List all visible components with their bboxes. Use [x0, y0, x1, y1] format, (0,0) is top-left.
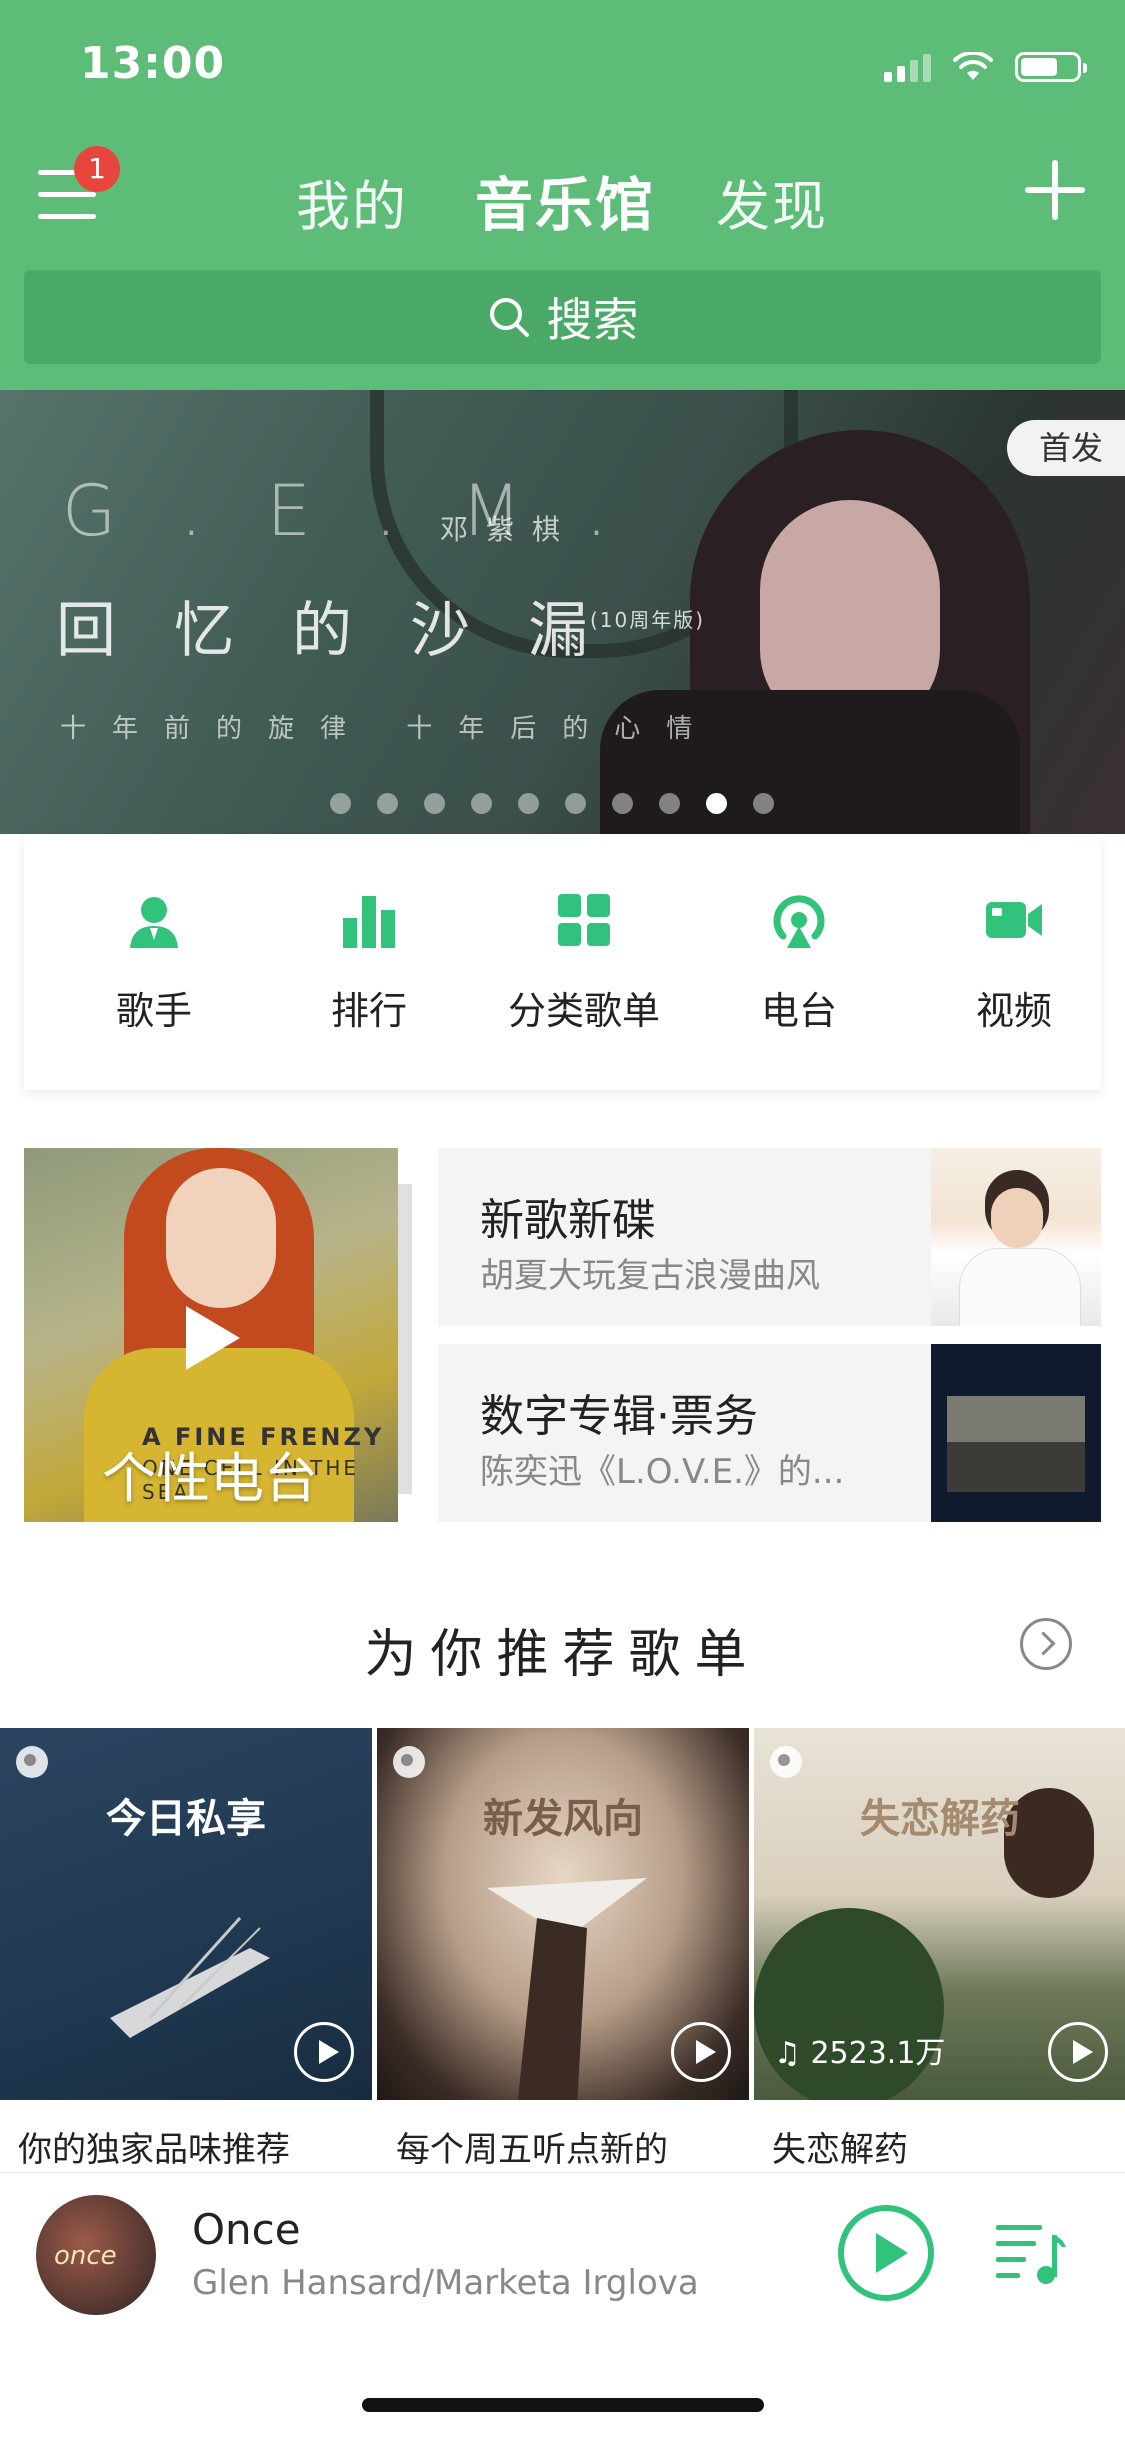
nav-video-label: 视频 [975, 989, 1052, 1033]
new-releases-card[interactable]: 新歌新碟 胡夏大玩复古浪漫曲风 [438, 1148, 1101, 1326]
status-time: 13:00 [80, 38, 226, 89]
play-circle-icon[interactable] [294, 2022, 354, 2082]
radio-icon [773, 895, 825, 948]
search-bar[interactable]: 搜索 [24, 270, 1101, 364]
play-count-value: 2523.1万 [810, 2036, 946, 2071]
nav-singer[interactable]: 歌手 [54, 834, 254, 1090]
nav-singer-label: 歌手 [115, 989, 192, 1033]
banner-pager-dot[interactable] [706, 793, 727, 814]
play-count: ♫ 2523.1万 [774, 2028, 945, 2072]
search-icon [489, 298, 529, 337]
now-playing-title: Once [192, 2205, 301, 2254]
singer-icon [130, 897, 178, 948]
radio-label: 个性电台 [102, 1447, 318, 1510]
banner-edition: (10周年版) [590, 608, 706, 632]
play-icon [186, 1306, 240, 1370]
qq-music-logo-icon [393, 1746, 425, 1778]
tab-discover[interactable]: 发现 [716, 162, 828, 241]
cell-signal-icon [884, 52, 931, 82]
playlist-cover-label: 今日私享 [106, 1796, 266, 1842]
wifi-icon [953, 52, 993, 80]
banner-pager-dot[interactable] [518, 793, 539, 814]
banner-pager-dot[interactable] [377, 793, 398, 814]
banner-artist-latin: G.E.M. [62, 470, 672, 552]
banner-pager-dot[interactable] [565, 793, 586, 814]
nav-chart[interactable]: 排行 [269, 834, 469, 1090]
home-indicator [362, 2398, 764, 2412]
nav-radio[interactable]: 电台 [699, 834, 899, 1090]
playlist-card-new[interactable]: 新发风向 [377, 1728, 749, 2100]
digital-album-title: 数字专辑·票务 [480, 1391, 758, 1442]
new-releases-thumbnail [931, 1148, 1101, 1326]
tab-music-hall[interactable]: 音乐馆 [475, 158, 655, 242]
top-tabs: 我的 音乐馆 发现 [0, 158, 1125, 241]
playlist-cover-label: 新发风向 [483, 1796, 643, 1842]
banner-artist-cn: 邓紫棋 [440, 513, 579, 546]
play-circle-icon[interactable] [671, 2022, 731, 2082]
banner-subtitle: 十年前的旋律 十年后的心情 [60, 714, 719, 744]
banner-pager[interactable] [330, 793, 774, 814]
play-circle-icon[interactable] [1048, 2022, 1108, 2082]
banner-title: 回忆的沙漏 [56, 596, 646, 666]
playlist-name[interactable]: 每个周五听点新的 [396, 2122, 668, 2171]
playlist-card-heartbreak[interactable]: 失恋解药 ♫ 2523.1万 [754, 1728, 1125, 2100]
top-header: 13:00 1 我的 音乐馆 发现 搜索 [0, 0, 1125, 390]
battery-icon [1015, 52, 1087, 82]
radio-card-stack [398, 1184, 412, 1494]
chevron-right-icon[interactable] [1020, 1618, 1072, 1670]
playlist-name[interactable]: 你的独家品味推荐 [18, 2122, 290, 2171]
nav-category-label: 分类歌单 [507, 989, 660, 1033]
sailboat-illustration [110, 1916, 270, 2038]
digital-album-subtitle: 陈奕迅《L.O.V.E.》的... [480, 1452, 845, 1492]
new-releases-title: 新歌新碟 [480, 1195, 656, 1246]
tab-mine[interactable]: 我的 [296, 162, 408, 241]
nav-video[interactable]: 视频 [914, 834, 1114, 1090]
add-icon[interactable] [1025, 160, 1085, 220]
search-placeholder: 搜索 [546, 293, 639, 347]
qq-music-logo-icon [770, 1746, 802, 1778]
nav-radio-label: 电台 [760, 989, 837, 1033]
digital-album-card[interactable]: 数字专辑·票务 陈奕迅《L.O.V.E.》的... [438, 1344, 1101, 1522]
personal-radio-card[interactable]: A FINE FRENZY ONE CELL IN THE SEA 个性电台 [24, 1148, 398, 1522]
now-playing-cover[interactable]: once [36, 2195, 156, 2315]
banner-pager-dot[interactable] [612, 793, 633, 814]
digital-album-thumbnail [931, 1344, 1101, 1522]
banner-tag: 首发 [1006, 420, 1125, 476]
playlist-name[interactable]: 失恋解药 [772, 2122, 908, 2171]
nav-category[interactable]: 分类歌单 [484, 834, 684, 1090]
playlist-card-daily[interactable]: 今日私享 [0, 1728, 372, 2100]
paper-plane-illustration [487, 1878, 647, 2100]
cover-text: once [54, 2241, 117, 2271]
category-icon [558, 894, 610, 946]
recommend-title: 为你推荐歌单 [364, 1625, 761, 1685]
nav-chart-label: 排行 [330, 989, 407, 1033]
chart-icon [343, 896, 395, 948]
banner-pager-dot[interactable] [330, 793, 351, 814]
now-playing-artist: Glen Hansard/Marketa Irglova [192, 2263, 699, 2303]
play-button[interactable] [838, 2205, 934, 2301]
headphones-icon: ♫ [774, 2036, 801, 2071]
quick-nav: 歌手 排行 分类歌单 电台 视频 [24, 834, 1101, 1090]
banner-pager-dot[interactable] [659, 793, 680, 814]
playlist-queue-icon[interactable] [996, 2221, 1068, 2285]
radio-cover-face [166, 1168, 276, 1308]
playlist-cover-label: 失恋解药 [860, 1796, 1020, 1842]
banner-pager-dot[interactable] [471, 793, 492, 814]
new-releases-subtitle: 胡夏大玩复古浪漫曲风 [480, 1256, 820, 1296]
banner-pager-dot[interactable] [424, 793, 445, 814]
video-icon [986, 902, 1042, 938]
qq-music-logo-icon [16, 1746, 48, 1778]
status-icons [884, 50, 1087, 84]
banner-pager-dot[interactable] [753, 793, 774, 814]
